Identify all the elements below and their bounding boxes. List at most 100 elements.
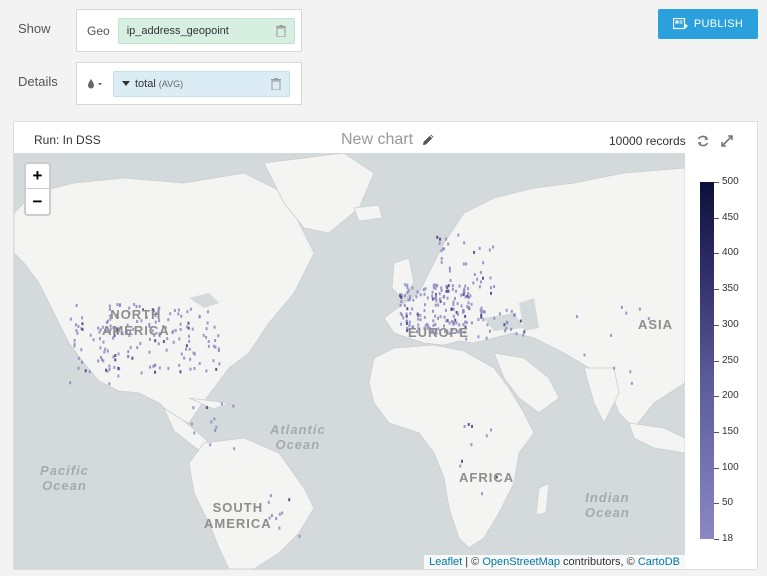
data-point: [129, 346, 132, 350]
data-point: [503, 323, 506, 327]
data-point: [455, 321, 458, 325]
chart-card: Run: In DSS New chart 10000 records + − …: [13, 121, 758, 570]
legend-label: 200: [722, 390, 739, 402]
data-point: [108, 364, 111, 368]
data-point: [281, 511, 284, 515]
data-point: [177, 308, 180, 312]
data-point: [106, 349, 109, 353]
data-point: [452, 314, 455, 318]
data-point: [178, 363, 181, 367]
data-point: [431, 290, 434, 294]
zoom-out-button[interactable]: −: [26, 189, 49, 214]
chevron-down-icon[interactable]: [122, 81, 130, 86]
data-point: [445, 284, 448, 288]
data-point: [173, 309, 176, 312]
data-point: [117, 352, 120, 356]
data-point: [97, 359, 100, 363]
data-point: [629, 370, 632, 374]
pencil-icon[interactable]: [421, 133, 435, 147]
data-point: [505, 320, 508, 324]
label-africa: AFRICA: [459, 470, 515, 485]
geo-field-pill[interactable]: ip_address_geopoint: [117, 17, 295, 44]
legend-tick: [714, 431, 719, 433]
details-measure-box[interactable]: total (AVG): [76, 62, 302, 105]
data-point: [450, 307, 453, 311]
data-point: [99, 337, 101, 341]
data-point: [400, 296, 403, 299]
data-point: [515, 332, 518, 336]
data-point: [406, 290, 409, 294]
data-point: [423, 292, 426, 296]
refresh-icon[interactable]: [696, 134, 710, 148]
data-point: [131, 356, 134, 360]
data-point: [447, 284, 450, 288]
geo-dimension-box[interactable]: Geo ip_address_geopoint: [76, 9, 302, 52]
data-point: [489, 286, 492, 290]
data-point: [473, 273, 476, 276]
data-point: [99, 346, 102, 350]
label-atlantic-ocean: Atlantic Ocean: [270, 422, 326, 452]
measure-field-name: total: [135, 77, 156, 90]
data-point: [278, 512, 281, 516]
data-point: [408, 320, 411, 324]
label-pacific-ocean: Pacific Ocean: [40, 463, 89, 493]
data-point: [215, 367, 218, 371]
map-canvas[interactable]: + − NORTH AMERICA SOUTH AMERICA EUROPE A…: [14, 153, 685, 569]
chart-title-text[interactable]: New chart: [341, 131, 413, 149]
trash-icon[interactable]: [275, 24, 286, 37]
data-point: [188, 339, 191, 343]
data-point: [490, 428, 492, 432]
cartodb-link[interactable]: CartoDB: [638, 556, 680, 568]
data-point: [459, 464, 462, 468]
data-point: [464, 284, 467, 288]
data-point: [514, 313, 516, 317]
data-point: [148, 350, 151, 354]
run-engine-label[interactable]: Run: In DSS: [34, 133, 101, 147]
label-indian-ocean: Indian Ocean: [585, 490, 630, 520]
data-point: [455, 289, 457, 293]
publish-button[interactable]: PUBLISH: [658, 9, 758, 39]
data-point: [89, 333, 92, 337]
osm-link[interactable]: OpenStreetMap: [482, 556, 560, 568]
zoom-in-button[interactable]: +: [26, 164, 49, 189]
measure-field-pill[interactable]: total (AVG): [113, 70, 290, 97]
data-point: [73, 342, 76, 346]
data-point: [523, 330, 526, 334]
data-point: [522, 333, 525, 337]
data-point: [217, 349, 220, 353]
data-point: [191, 327, 194, 331]
data-point: [479, 308, 482, 312]
data-point: [419, 314, 422, 317]
data-point: [478, 246, 481, 250]
data-point: [399, 312, 402, 316]
expand-icon[interactable]: [720, 134, 734, 148]
data-point: [406, 307, 409, 311]
data-point: [411, 286, 414, 290]
data-point: [610, 333, 613, 337]
data-point: [424, 303, 426, 307]
data-point: [188, 347, 191, 351]
data-point: [435, 296, 437, 300]
data-point: [218, 362, 221, 366]
measure-aggregation: (AVG): [158, 78, 184, 89]
data-point: [464, 320, 467, 324]
data-point: [448, 266, 451, 270]
publish-label: PUBLISH: [693, 18, 744, 30]
data-point: [114, 354, 117, 357]
data-point: [406, 286, 409, 290]
data-point: [88, 370, 91, 374]
data-point: [97, 326, 100, 330]
data-point: [210, 420, 213, 424]
data-point: [620, 305, 623, 309]
data-point: [179, 370, 182, 374]
data-point: [298, 534, 301, 538]
data-point: [232, 404, 235, 408]
trash-icon[interactable]: [271, 77, 281, 90]
data-point: [467, 301, 470, 305]
data-point: [75, 323, 77, 327]
data-point: [213, 417, 216, 421]
data-point: [212, 344, 215, 348]
leaflet-link[interactable]: Leaflet: [429, 556, 462, 568]
chart-title[interactable]: New chart: [341, 131, 435, 149]
color-drop-icon[interactable]: [87, 78, 105, 90]
